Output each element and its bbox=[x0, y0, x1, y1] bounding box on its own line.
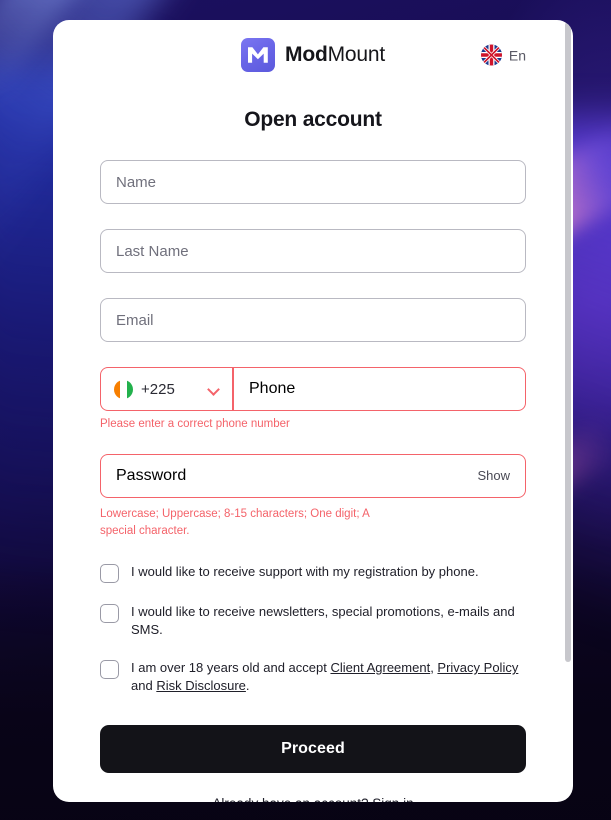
signin-link[interactable]: Sign in bbox=[372, 796, 413, 802]
checkbox-row-newsletters[interactable]: I would like to receive newsletters, spe… bbox=[100, 603, 526, 639]
card-scrollbar[interactable] bbox=[564, 20, 573, 802]
cote-divoire-flag-icon bbox=[114, 379, 133, 399]
link-client-agreement[interactable]: Client Agreement bbox=[330, 660, 430, 675]
signin-footer-text: Already have an account? bbox=[212, 796, 368, 802]
password-field[interactable]: Password Show bbox=[100, 453, 526, 498]
checkbox-row-support-by-phone[interactable]: I would like to receive support with my … bbox=[100, 563, 526, 584]
last-name-placeholder: Last Name bbox=[116, 242, 189, 260]
checkbox-label-support-by-phone: I would like to receive support with my … bbox=[131, 564, 479, 580]
uk-flag-icon bbox=[480, 44, 502, 66]
chevron-down-icon bbox=[208, 384, 219, 395]
password-show-toggle[interactable]: Show bbox=[477, 468, 510, 483]
password-placeholder: Password bbox=[116, 466, 187, 484]
checkbox-row-terms[interactable]: I am over 18 years old and accept Client… bbox=[100, 659, 526, 695]
email-field[interactable]: Email bbox=[100, 298, 526, 342]
password-requirements-message: Lowercase; Uppercase; 8-15 characters; O… bbox=[100, 507, 370, 538]
language-selector[interactable]: En bbox=[480, 44, 526, 66]
terms-text-after: . bbox=[245, 678, 250, 694]
password-section: Password Show Lowercase; Uppercase; 8-15… bbox=[100, 453, 526, 542]
country-code-selector[interactable]: +225 bbox=[100, 367, 232, 411]
card-header: ModMount En bbox=[100, 20, 526, 90]
page-title: Open account bbox=[244, 108, 382, 131]
modmount-m-logo-icon bbox=[241, 38, 276, 72]
proceed-button[interactable]: Proceed bbox=[100, 725, 526, 774]
brand-name: ModMount bbox=[285, 43, 385, 67]
registration-form: Name Last Name Email +225 Phone Please e… bbox=[100, 160, 526, 802]
brand-name-bold: Mod bbox=[285, 43, 328, 66]
name-field[interactable]: Name bbox=[100, 160, 526, 204]
name-placeholder: Name bbox=[116, 173, 157, 191]
brand-name-regular: Mount bbox=[327, 43, 386, 66]
card-scrollbar-thumb[interactable] bbox=[565, 22, 571, 662]
phone-error-message: Please enter a correct phone number bbox=[100, 418, 290, 430]
language-label: En bbox=[508, 47, 526, 63]
checkbox-newsletters[interactable] bbox=[100, 604, 119, 624]
signin-footer: Already have an account? Sign in bbox=[100, 796, 526, 802]
phone-input[interactable]: Phone bbox=[233, 367, 526, 411]
phone-placeholder: Phone bbox=[249, 380, 296, 397]
link-privacy-policy[interactable]: Privacy Policy bbox=[437, 660, 518, 675]
checkbox-terms[interactable] bbox=[100, 660, 119, 680]
link-risk-disclosure[interactable]: Risk Disclosure bbox=[156, 678, 246, 693]
last-name-field[interactable]: Last Name bbox=[100, 229, 526, 273]
dial-code: +225 bbox=[141, 380, 175, 398]
checkbox-label-terms: I am over 18 years old and accept Client… bbox=[131, 659, 526, 695]
brand-logo: ModMount bbox=[241, 38, 385, 72]
registration-card: ModMount En Open account Name Last Name … bbox=[53, 20, 573, 802]
terms-separator-2: and bbox=[131, 678, 157, 694]
checkbox-support-by-phone[interactable] bbox=[100, 564, 119, 584]
consent-checkboxes: I would like to receive support with my … bbox=[100, 563, 526, 695]
phone-row: +225 Phone bbox=[100, 367, 526, 411]
email-placeholder: Email bbox=[116, 311, 154, 329]
terms-text-before: I am over 18 years old and accept bbox=[131, 660, 331, 676]
checkbox-label-newsletters: I would like to receive newsletters, spe… bbox=[131, 604, 515, 638]
